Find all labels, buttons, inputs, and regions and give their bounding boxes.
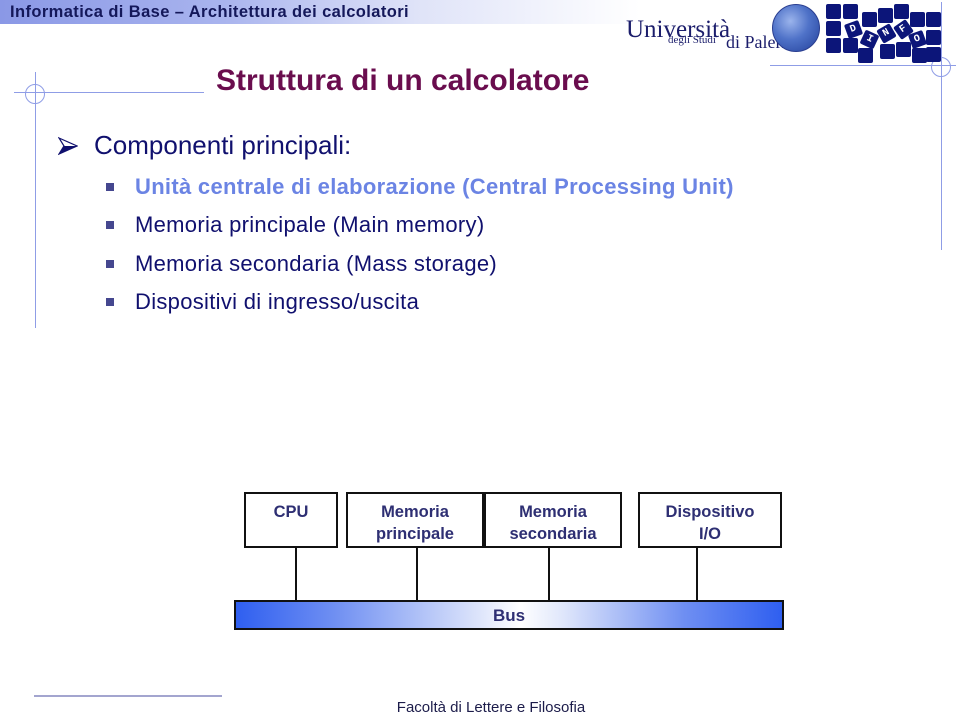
- faculty-name: Facoltà di Lettere e Filosofia: [396, 699, 586, 716]
- dinfo-square: [926, 30, 941, 45]
- dinfo-square: [826, 38, 841, 53]
- secondary-memory-label-line2: secondaria: [509, 525, 597, 543]
- dinfo-letter-d: D: [843, 19, 864, 40]
- right-divider-line: [770, 65, 956, 66]
- io-device-bus-connector: [696, 548, 698, 600]
- main-memory-box: Memoria principale: [346, 492, 484, 548]
- dinfo-logo: D I N F O: [826, 4, 941, 63]
- dinfo-square: [894, 4, 909, 19]
- dinfo-square: [912, 48, 927, 63]
- list-item-text: Dispositivi di ingresso/uscita: [135, 289, 420, 314]
- university-subtitle: degli Studi: [668, 34, 716, 46]
- secondary-memory-bus-connector: [548, 548, 550, 600]
- footer: Facoltà di Lettere e Filosofia: [0, 699, 960, 716]
- bus-label: Bus: [492, 606, 526, 625]
- list-item-text: Memoria secondaria (Mass storage): [135, 251, 498, 276]
- dinfo-square: [926, 47, 941, 62]
- university-seal-icon: [772, 4, 820, 52]
- io-device-label-line1: Dispositivo: [665, 503, 755, 521]
- list-item-text: Unità centrale di elaborazione (Central …: [135, 174, 734, 199]
- dinfo-square: [880, 44, 895, 59]
- system-bus: Bus: [234, 600, 784, 630]
- square-bullet-icon: [106, 260, 114, 268]
- dinfo-square: [826, 4, 841, 19]
- cpu-bus-connector: [295, 548, 297, 600]
- left-vertical-line: [35, 72, 36, 328]
- dinfo-square: [926, 12, 941, 27]
- square-bullet-icon: [106, 298, 114, 306]
- dinfo-square: [878, 8, 893, 23]
- cpu-label: CPU: [273, 503, 309, 521]
- main-memory-bus-connector: [416, 548, 418, 600]
- dinfo-square: [896, 42, 911, 57]
- dinfo-square: [826, 21, 841, 36]
- slide-title: Struttura di un calcolatore: [216, 64, 590, 97]
- secondary-memory-label-line1: Memoria: [519, 503, 587, 521]
- dinfo-square: [858, 48, 873, 63]
- left-crosshair-circle: [25, 84, 45, 104]
- footer-divider: [34, 695, 222, 697]
- arrowhead-bullet-icon: [58, 136, 78, 156]
- secondary-memory-box: Memoria secondaria: [484, 492, 622, 548]
- cpu-box: CPU: [244, 492, 338, 548]
- io-device-box: Dispositivo I/O: [638, 492, 782, 548]
- dinfo-square: [843, 38, 858, 53]
- list-item-text: Memoria principale (Main memory): [135, 212, 485, 237]
- dinfo-square: [910, 12, 925, 27]
- university-logo: Università degli Studi di Palermo: [626, 4, 826, 60]
- right-vertical-line: [941, 2, 942, 250]
- main-memory-label-line1: Memoria: [381, 503, 449, 521]
- main-memory-label-line2: principale: [376, 525, 454, 543]
- header-bar: Informatica di Base – Architettura dei c…: [0, 0, 640, 24]
- course-title: Informatica di Base – Architettura dei c…: [10, 3, 410, 21]
- main-bullet-text: Componenti principali:: [94, 130, 352, 160]
- square-bullet-icon: [106, 183, 114, 191]
- square-bullet-icon: [106, 221, 114, 229]
- io-device-label-line2: I/O: [698, 525, 721, 543]
- dinfo-square: [862, 12, 877, 27]
- dinfo-square: [843, 4, 858, 19]
